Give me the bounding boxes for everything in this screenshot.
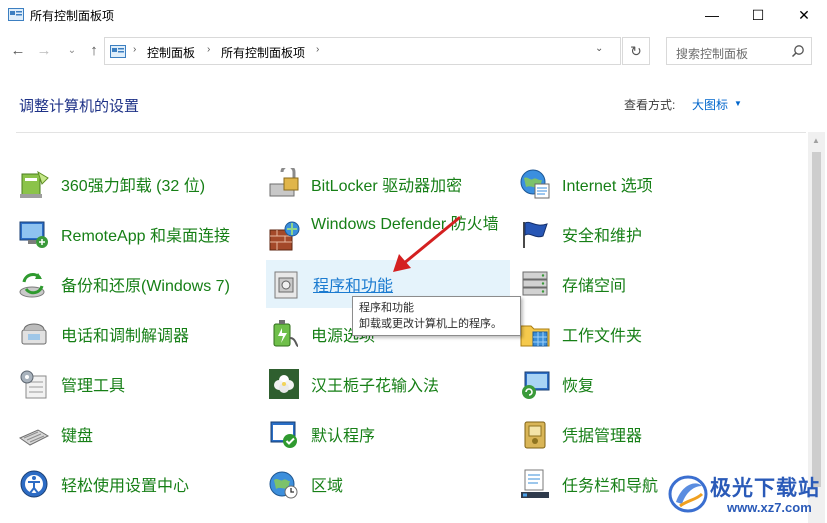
- default-programs-icon: [270, 421, 297, 448]
- recent-locations-button[interactable]: ⌄: [62, 40, 82, 60]
- breadcrumb-control-panel[interactable]: 控制面板: [147, 44, 195, 61]
- item-label[interactable]: 汉王栀子花输入法: [311, 372, 439, 396]
- item-label[interactable]: 键盘: [61, 422, 93, 446]
- back-button[interactable]: ←: [8, 40, 28, 60]
- taskbar-icon: [521, 469, 549, 498]
- programs-icon: [274, 271, 298, 299]
- forward-button[interactable]: →: [34, 40, 54, 60]
- maximize-button[interactable]: ☐: [735, 0, 781, 30]
- watermark-url: www.xz7.com: [727, 500, 812, 515]
- bitlocker-icon: [269, 168, 299, 197]
- item-admin-tools[interactable]: 管理工具: [18, 364, 258, 404]
- item-keyboard[interactable]: 键盘: [18, 414, 258, 454]
- item-label[interactable]: 工作文件夹: [562, 322, 642, 346]
- item-default-programs[interactable]: 默认程序: [268, 414, 508, 454]
- item-label[interactable]: 安全和维护: [562, 222, 642, 246]
- navigation-bar: ← → ⌄ ↑ › 控制面板 › 所有控制面板项 › ⌄ ↻ 搜索控制面板: [0, 30, 827, 74]
- header-divider: [16, 132, 806, 133]
- ease-of-access-icon: [20, 470, 48, 498]
- chevron-down-icon[interactable]: ▼: [734, 99, 742, 108]
- item-label[interactable]: 管理工具: [61, 372, 125, 396]
- tooltip-title: 程序和功能: [359, 302, 414, 314]
- control-panel-icon: [110, 45, 126, 58]
- view-by-dropdown[interactable]: 大图标: [692, 96, 728, 113]
- refresh-button[interactable]: ↻: [622, 37, 650, 65]
- item-bitlocker[interactable]: BitLocker 驱动器加密: [268, 164, 508, 204]
- control-panel-icon: [8, 8, 24, 21]
- credential-icon: [524, 421, 546, 449]
- item-credential-manager[interactable]: 凭据管理器: [519, 414, 759, 454]
- minimize-button[interactable]: —: [689, 0, 735, 30]
- close-button[interactable]: ✕: [781, 0, 827, 30]
- item-remoteapp[interactable]: RemoteApp 和桌面连接: [18, 214, 258, 254]
- backup-icon: [19, 273, 45, 298]
- breadcrumb-separator[interactable]: ›: [207, 44, 210, 55]
- title-bar: 所有控制面板项 — ☐ ✕: [0, 0, 827, 30]
- item-hanwang-ime[interactable]: 汉王栀子花输入法: [268, 364, 508, 404]
- item-security-maintenance[interactable]: 安全和维护: [519, 214, 759, 254]
- page-title: 调整计算机的设置: [19, 98, 140, 115]
- watermark-name: 极光下载站: [710, 477, 820, 500]
- work-folders-icon: [520, 325, 550, 347]
- item-label[interactable]: 恢复: [562, 372, 594, 396]
- item-label[interactable]: 电话和调制解调器: [61, 322, 189, 346]
- phone-icon: [21, 323, 47, 345]
- item-recovery[interactable]: 恢复: [519, 364, 759, 404]
- admin-tools-icon: [20, 370, 47, 399]
- storage-icon: [522, 271, 548, 296]
- tooltip-text: 卸载或更改计算机上的程序。: [359, 318, 502, 330]
- annotation-arrow: [393, 216, 461, 272]
- item-label[interactable]: 任务栏和导航: [562, 472, 658, 496]
- item-label[interactable]: Internet 选项: [562, 172, 653, 196]
- search-placeholder: 搜索控制面板: [676, 47, 749, 61]
- item-label[interactable]: 备份和还原(Windows 7): [61, 272, 230, 296]
- breadcrumb-separator[interactable]: ›: [316, 44, 319, 55]
- scroll-up-icon[interactable]: ▲: [812, 136, 820, 145]
- view-by-label: 查看方式:: [624, 98, 676, 112]
- item-internet-options[interactable]: Internet 选项: [519, 164, 759, 204]
- item-label[interactable]: 默认程序: [311, 422, 375, 446]
- item-label[interactable]: 区域: [311, 472, 343, 496]
- uninstall-icon: [20, 170, 49, 198]
- item-label[interactable]: 凭据管理器: [562, 422, 642, 446]
- internet-options-icon: [520, 169, 550, 199]
- up-button[interactable]: ↑: [84, 40, 104, 60]
- address-bar[interactable]: › 控制面板 › 所有控制面板项 › ⌄: [104, 37, 621, 65]
- remoteapp-icon: [19, 221, 48, 248]
- item-360-uninstall[interactable]: 360强力卸载 (32 位): [18, 164, 258, 204]
- vertical-scrollbar[interactable]: ▲: [808, 132, 825, 523]
- keyboard-icon: [18, 429, 50, 446]
- address-dropdown-icon[interactable]: ⌄: [595, 43, 603, 54]
- region-icon: [269, 471, 298, 499]
- tooltip: 程序和功能 卸载或更改计算机上的程序。: [352, 296, 521, 336]
- item-label[interactable]: 轻松使用设置中心: [61, 472, 189, 496]
- firewall-icon: [269, 221, 300, 251]
- item-region[interactable]: 区域: [268, 464, 508, 504]
- search-icon[interactable]: [791, 44, 805, 58]
- item-work-folders[interactable]: 工作文件夹: [519, 314, 759, 354]
- security-flag-icon: [523, 221, 548, 248]
- item-ease-of-access[interactable]: 轻松使用设置中心: [18, 464, 258, 504]
- ime-flower-icon: [269, 369, 299, 399]
- item-backup-restore[interactable]: 备份和还原(Windows 7): [18, 264, 258, 304]
- search-input[interactable]: 搜索控制面板: [666, 37, 812, 65]
- item-label[interactable]: 360强力卸载 (32 位): [61, 172, 205, 196]
- item-phone-modem[interactable]: 电话和调制解调器: [18, 314, 258, 354]
- item-label[interactable]: 存储空间: [562, 272, 626, 296]
- recovery-icon: [522, 371, 550, 399]
- item-label[interactable]: RemoteApp 和桌面连接: [61, 222, 230, 246]
- power-icon: [273, 320, 299, 347]
- item-label[interactable]: 程序和功能: [313, 272, 393, 296]
- breadcrumb-separator[interactable]: ›: [133, 44, 136, 55]
- item-storage-spaces[interactable]: 存储空间: [519, 264, 759, 304]
- window-title: 所有控制面板项: [30, 9, 115, 23]
- breadcrumb-all-items[interactable]: 所有控制面板项: [221, 44, 305, 61]
- scrollbar-thumb[interactable]: [812, 152, 821, 487]
- item-label[interactable]: BitLocker 驱动器加密: [311, 172, 462, 196]
